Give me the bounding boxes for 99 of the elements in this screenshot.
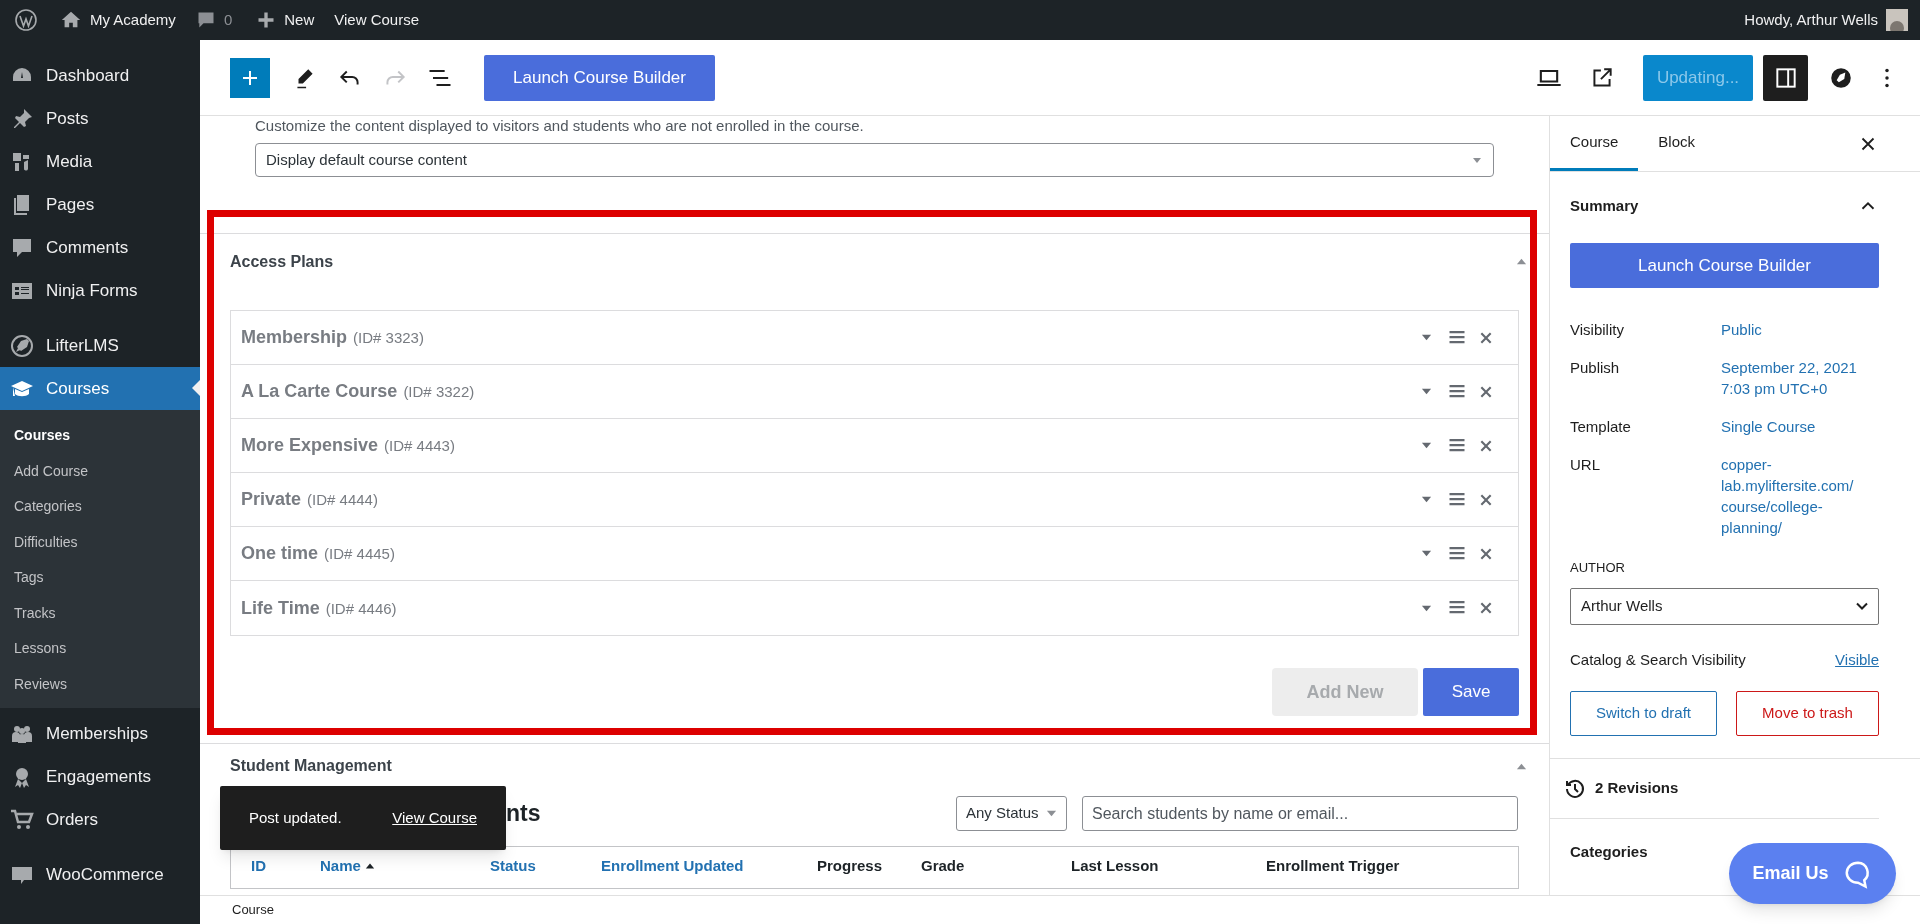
sidebar-item[interactable]: Courses [0, 367, 200, 410]
plan-name: Private [241, 488, 302, 511]
plan-id: (ID# 4443) [384, 436, 455, 457]
settings-toggle-button[interactable] [1763, 54, 1808, 101]
wordpress-logo-icon[interactable] [14, 8, 38, 32]
dropdown-arrow-icon [1046, 808, 1057, 819]
plan-name: Life Time [241, 596, 320, 620]
save-button[interactable]: Save [1423, 668, 1519, 716]
plan-name: More Expensive [241, 434, 379, 457]
sidebar-item[interactable]: LifterLMS [0, 324, 200, 367]
plus-icon [256, 10, 277, 30]
comment-count[interactable]: 0 [223, 8, 233, 32]
author-select[interactable]: Arthur Wells [1570, 587, 1879, 625]
submenu-item[interactable]: Add Course [0, 453, 200, 489]
plan-name: One time [241, 542, 319, 565]
access-plan-row[interactable]: A La Carte Course (ID# 3322) [231, 365, 1518, 419]
plan-id: (ID# 4446) [325, 598, 397, 619]
plan-id: (ID# 4444) [307, 490, 378, 511]
dropdown-arrow-icon[interactable] [1421, 548, 1432, 559]
cart-icon [10, 807, 34, 832]
access-plan-row[interactable]: Private (ID# 4444) [231, 473, 1518, 527]
sidebar-item[interactable]: Engagements [0, 755, 200, 798]
new-link[interactable]: New [284, 8, 315, 32]
column-header[interactable]: Status [490, 855, 536, 878]
sidebar-item[interactable]: Ninja Forms [0, 269, 200, 312]
settings-tab[interactable]: Course [1550, 116, 1639, 171]
greeting[interactable]: Howdy, Arthur Wells [1744, 8, 1886, 32]
description-text: Customize the content displayed to visitors and students who are not enrolled in the course. [254, 116, 865, 136]
column-header[interactable]: Name [320, 855, 361, 878]
column-header: Enrollment Trigger [1266, 856, 1400, 876]
panel-title: Student Management [230, 756, 392, 776]
snackbar-message: Post updated. [249, 807, 342, 828]
view-course-link[interactable]: View Course [392, 806, 477, 830]
sidebar-item[interactable]: Dashboard [0, 54, 200, 97]
sidebar-item[interactable]: Memberships [0, 712, 200, 755]
launch-course-builder-button[interactable]: Launch Course Builder [484, 54, 715, 101]
panel-title: Access Plans [230, 251, 334, 272]
sidebar-item[interactable]: Pages [0, 183, 200, 226]
sidebar-item[interactable]: Media [0, 140, 200, 183]
field-label: AUTHOR [1570, 559, 1626, 577]
submenu-item[interactable]: Categories [0, 489, 200, 525]
access-plan-row[interactable]: More Expensive (ID# 4443) [231, 419, 1518, 473]
dropdown-arrow-icon[interactable] [1421, 440, 1432, 451]
sidebar-item[interactable]: Orders [0, 798, 200, 841]
view-course-link[interactable]: View Course [326, 8, 427, 32]
sidebar-item[interactable]: Posts [0, 97, 200, 140]
sidebar-item[interactable]: Comments [0, 226, 200, 269]
launch-course-builder-button[interactable]: Launch Course Builder [1570, 243, 1879, 288]
avatar[interactable] [1886, 9, 1908, 31]
email-us-button[interactable]: Email Us [1729, 843, 1896, 904]
panel-title[interactable]: Summary [1570, 194, 1639, 218]
setting-label: Visibility [1570, 320, 1625, 340]
setting-label: URL [1570, 455, 1601, 475]
submenu-item[interactable]: Tags [0, 560, 200, 596]
access-plan-row[interactable]: Membership (ID# 3323) [231, 311, 1518, 365]
section-heading: nts [506, 799, 541, 829]
column-header[interactable]: ID [251, 855, 266, 878]
settings-tab[interactable]: Block [1638, 116, 1716, 171]
access-plan-row[interactable]: Life Time (ID# 4446) [231, 581, 1518, 635]
breadcrumb[interactable]: Course [232, 900, 274, 920]
submenu-item[interactable]: Courses [0, 418, 200, 454]
add-block-button[interactable] [230, 57, 270, 98]
dropdown-arrow-icon[interactable] [1421, 494, 1432, 505]
plan-name: Membership [241, 326, 348, 349]
dropdown-arrow-icon[interactable] [1421, 332, 1432, 343]
column-header[interactable]: Enrollment Updated [601, 855, 744, 878]
visibility-link[interactable]: Visible [1835, 648, 1879, 671]
dropdown-arrow-icon[interactable] [1421, 386, 1432, 397]
submenu-item[interactable]: Difficulties [0, 524, 200, 560]
column-header: Last Lesson [1071, 856, 1159, 876]
search-field[interactable]: Search students by name or email... [1082, 796, 1518, 831]
site-link[interactable]: My Academy [90, 8, 176, 32]
move-to-trash-button[interactable]: Move to trash [1736, 691, 1879, 736]
delete-icon[interactable] [1478, 600, 1494, 616]
access-plan-row[interactable]: One time (ID# 4445) [231, 527, 1518, 581]
plan-id: (ID# 3322) [403, 382, 475, 403]
revisions-link[interactable]: 2 Revisions [1595, 777, 1679, 800]
column-header: Grade [921, 856, 965, 876]
content-select[interactable]: Display default course content [255, 143, 1494, 177]
plan-id: (ID# 3323) [353, 328, 424, 349]
chevron-down-icon [1856, 600, 1868, 612]
plan-id: (ID# 4445) [324, 544, 395, 565]
setting-label: Template [1570, 417, 1632, 437]
switch-to-draft-button[interactable]: Switch to draft [1570, 691, 1717, 736]
sidebar-item[interactable]: WooCommerce [0, 853, 200, 896]
setting-label: Catalog & Search Visibility [1570, 649, 1746, 670]
sort-arrow-icon[interactable] [364, 861, 375, 872]
status-filter-select[interactable]: Any Status [956, 796, 1067, 831]
column-header: Progress [817, 856, 883, 876]
plan-name: A La Carte Course [241, 380, 398, 403]
setting-value-link[interactable]: Public [1721, 319, 1871, 340]
submenu-item[interactable]: Lessons [0, 631, 200, 667]
submenu-item[interactable]: Reviews [0, 666, 200, 702]
setting-value-link[interactable]: September 22, 2021 7:03 pm UTC+0 [1721, 357, 1871, 399]
submenu-item[interactable]: Tracks [0, 595, 200, 631]
setting-value-link[interactable]: Single Course [1721, 416, 1871, 437]
setting-value-link[interactable]: copper-lab.myliftersite.com/course/college-planning/ [1721, 454, 1871, 538]
setting-label: Publish [1570, 358, 1621, 378]
collapse-arrow-icon[interactable] [1516, 256, 1527, 267]
